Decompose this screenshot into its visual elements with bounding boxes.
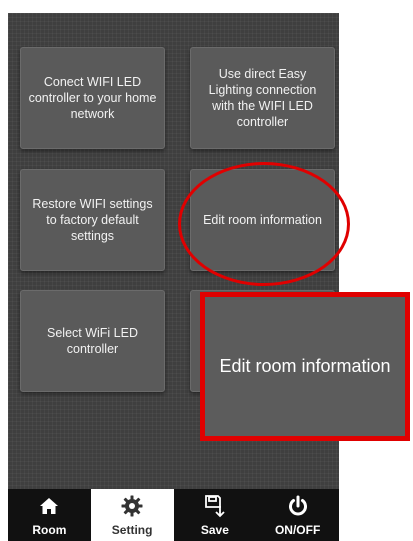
select-controller-label: Select WiFi LED controller: [47, 326, 138, 356]
restore-factory-tile[interactable]: Restore WIFI settings to factory default…: [20, 169, 165, 271]
edit-room-label: Edit room information: [203, 213, 322, 227]
save-icon: [203, 494, 227, 518]
zoom-callout-label: Edit room information: [219, 356, 391, 376]
home-icon: [39, 494, 59, 518]
screenshot: Conect WIFI LED controller to your home …: [0, 0, 413, 541]
connect-wifi-label: Conect WIFI LED controller to your home …: [28, 75, 157, 121]
restore-factory-label: Restore WIFI settings to factory default…: [32, 197, 153, 243]
tab-save-label: Save: [200, 523, 229, 537]
settings-screen: Conect WIFI LED controller to your home …: [8, 13, 339, 541]
gear-icon: [120, 494, 144, 518]
tab-room-label: Room: [32, 523, 67, 537]
tab-room[interactable]: Room: [8, 489, 91, 541]
tab-setting[interactable]: Setting: [90, 489, 174, 541]
direct-connection-tile[interactable]: Use direct Easy Lighting connection with…: [190, 47, 335, 149]
select-controller-tile[interactable]: Select WiFi LED controller: [20, 290, 165, 392]
tab-on-off-label: ON/OFF: [274, 523, 321, 537]
bottom-tab-bar: Room Setting Save ON/OFF: [8, 489, 339, 541]
tab-setting-label: Setting: [111, 523, 153, 537]
tab-on-off[interactable]: ON/OFF: [256, 489, 339, 541]
connect-wifi-tile[interactable]: Conect WIFI LED controller to your home …: [20, 47, 165, 149]
edit-room-tile[interactable]: Edit room information: [190, 169, 335, 271]
power-icon: [287, 494, 309, 518]
zoom-callout: Edit room information: [200, 292, 410, 441]
direct-connection-label: Use direct Easy Lighting connection with…: [208, 67, 317, 129]
tab-save[interactable]: Save: [174, 489, 257, 541]
